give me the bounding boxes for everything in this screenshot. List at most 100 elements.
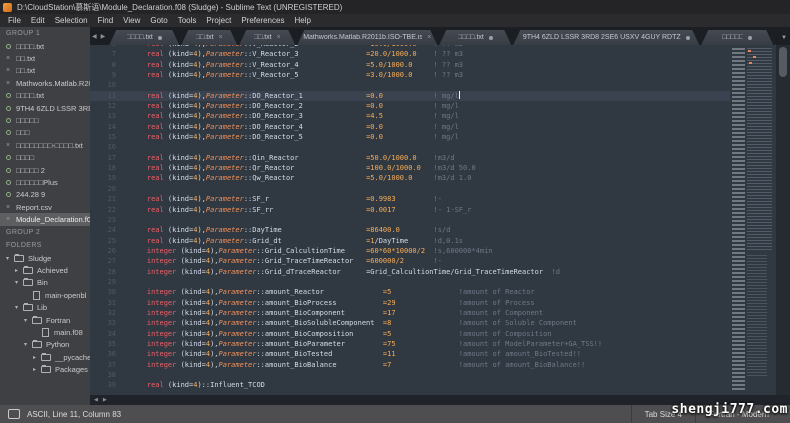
- tab-prev-icon[interactable]: ◀: [90, 33, 99, 40]
- code-token: integer: [130, 257, 176, 265]
- close-file-icon[interactable]: ×: [6, 142, 10, 149]
- open-file-item[interactable]: □□□□.txt: [0, 40, 90, 52]
- menu-preferences[interactable]: Preferences: [236, 16, 289, 25]
- close-tab-icon[interactable]: ×: [219, 34, 223, 41]
- expand-arrow-icon[interactable]: ▸: [33, 354, 41, 361]
- menu-help[interactable]: Help: [289, 16, 315, 25]
- code-token: (kind=: [164, 174, 194, 182]
- expand-arrow-icon[interactable]: ▾: [24, 341, 32, 348]
- file-name: □□□□.txt: [16, 42, 44, 51]
- expand-arrow-icon[interactable]: ▸: [33, 366, 41, 373]
- tree-item-name: __pycache__: [55, 353, 90, 362]
- code-token: Parameter: [219, 257, 257, 265]
- code-token: [299, 154, 366, 162]
- code-token: ),: [210, 268, 218, 276]
- line-number: 25: [90, 236, 130, 246]
- menu-find[interactable]: Find: [93, 16, 119, 25]
- menu-selection[interactable]: Selection: [50, 16, 93, 25]
- tree-folder-item[interactable]: ▾Bin: [0, 277, 90, 289]
- expand-arrow-icon[interactable]: ▾: [15, 304, 23, 311]
- close-tab-icon[interactable]: ×: [427, 34, 431, 41]
- code-editor[interactable]: 6 real (kind=4),Parameter::V_Reactor_2 =…: [90, 45, 790, 395]
- open-file-item[interactable]: 244.28 9: [0, 189, 90, 201]
- expand-arrow-icon[interactable]: ▸: [15, 267, 23, 274]
- open-file-item[interactable]: 9TH4 6ZLD LSSR 3RD8 2SE6 USXV 4GUY RDTZ: [0, 102, 90, 114]
- tab[interactable]: □□□□.txt: [109, 30, 179, 45]
- menu-tools[interactable]: Tools: [173, 16, 202, 25]
- code-token: [425, 247, 433, 255]
- tree-folder-item[interactable]: ▾Lib: [0, 301, 90, 313]
- code-token: real: [130, 237, 164, 245]
- tab[interactable]: Mathworks.Matlab.R2011b.ISO-TBE.iso×: [297, 30, 437, 45]
- menu-goto[interactable]: Goto: [145, 16, 172, 25]
- open-file-item[interactable]: □□□□.txt: [0, 90, 90, 102]
- tab[interactable]: 9TH4 6ZLD LSSR 3RD8 2SE6 USXV 4GUY RDTZ: [513, 30, 699, 45]
- tab[interactable]: □□□□□: [701, 30, 773, 45]
- close-file-icon[interactable]: ×: [6, 216, 10, 223]
- menu-view[interactable]: View: [118, 16, 145, 25]
- folder-icon: [14, 255, 24, 262]
- scroll-left-icon[interactable]: ◀: [94, 397, 98, 403]
- tree-folder-item[interactable]: ▸Packages: [0, 363, 90, 375]
- minimap[interactable]: [730, 45, 776, 395]
- tree-folder-item[interactable]: ▾Sludge: [0, 252, 90, 264]
- expand-arrow-icon[interactable]: ▾: [15, 279, 23, 286]
- close-file-icon[interactable]: ×: [6, 55, 10, 62]
- code-token: =0.0: [366, 133, 383, 141]
- open-file-item[interactable]: ×Module_Declaration.f08: [0, 213, 90, 225]
- code-token: ),: [197, 123, 205, 131]
- close-file-icon[interactable]: ×: [6, 80, 10, 87]
- code-token: [412, 71, 433, 79]
- open-file-item[interactable]: □□□□: [0, 152, 90, 164]
- tab[interactable]: □□□□.txt: [439, 30, 511, 45]
- open-file-item[interactable]: ×□□.txt: [0, 52, 90, 64]
- tree-file-item[interactable]: main-openbl: [0, 289, 90, 301]
- code-text: real (kind=4),Parameter::DO_Reactor_1 =0…: [130, 91, 730, 101]
- menu-project[interactable]: Project: [201, 16, 236, 25]
- code-token: ),: [197, 226, 205, 234]
- tab-next-icon[interactable]: ▶: [99, 33, 108, 40]
- tree-folder-item[interactable]: ▾Fortran: [0, 314, 90, 326]
- code-token: [345, 247, 366, 255]
- open-file-item[interactable]: ×Report.csv: [0, 201, 90, 213]
- close-tab-icon[interactable]: ×: [277, 34, 281, 41]
- status-icon[interactable]: [8, 409, 20, 419]
- text-cursor: [459, 91, 460, 99]
- open-file-item[interactable]: □□□□□ 2: [0, 164, 90, 176]
- code-token: ::DO_Reactor_1: [244, 92, 303, 100]
- tree-folder-item[interactable]: ▾Python: [0, 339, 90, 351]
- cursor-position[interactable]: ASCII, Line 11, Column 83: [27, 410, 121, 419]
- vertical-scrollbar-thumb[interactable]: [779, 47, 787, 77]
- open-file-item[interactable]: ×Mathworks.Matlab.R2011b.ISO-TBE.iso: [0, 77, 90, 89]
- sidebar: GROUP 1 □□□□.txt×□□.txt×□□.txt×Mathworks…: [0, 27, 91, 405]
- code-token: ::V_Reactor_2: [244, 45, 299, 48]
- line-number: 19: [90, 173, 130, 183]
- code-token: =5.0/1000.0: [366, 61, 412, 69]
- tab[interactable]: □□□□: [775, 30, 776, 45]
- expand-arrow-icon[interactable]: ▾: [24, 317, 32, 324]
- menu-file[interactable]: File: [3, 16, 26, 25]
- menu-edit[interactable]: Edit: [26, 16, 50, 25]
- tab-overflow-icon[interactable]: ▼: [781, 35, 787, 41]
- tree-folder-item[interactable]: ▸Achieved: [0, 264, 90, 276]
- tab[interactable]: □□.txt×: [239, 30, 295, 45]
- code-line: 35 integer (kind=4),Parameter::amount_Bi…: [90, 339, 730, 349]
- code-token: (kind=: [176, 350, 206, 358]
- code-text: real (kind=4),Parameter::V_Reactor_3 =20…: [130, 49, 730, 59]
- open-file-item[interactable]: ×□□□□□□□□-□□□□.txt: [0, 139, 90, 151]
- tree-file-item[interactable]: main.f08: [0, 326, 90, 338]
- code-token: =50.0/1000.0: [366, 154, 417, 162]
- open-file-item[interactable]: □□□□□: [0, 114, 90, 126]
- tree-folder-item[interactable]: ▸ __pycache__: [0, 351, 90, 363]
- open-file-item[interactable]: □□□□□□Plus: [0, 176, 90, 188]
- scroll-right-icon[interactable]: ▶: [103, 397, 107, 403]
- open-file-item[interactable]: □□□: [0, 127, 90, 139]
- open-file-item[interactable]: ×□□.txt: [0, 65, 90, 77]
- close-file-icon[interactable]: ×: [6, 67, 10, 74]
- tab[interactable]: □□.txt×: [181, 30, 237, 45]
- vertical-scrollbar[interactable]: [776, 45, 790, 395]
- line-number: 13: [90, 111, 130, 121]
- modified-dot-icon: [489, 36, 493, 40]
- close-file-icon[interactable]: ×: [6, 204, 10, 211]
- expand-arrow-icon[interactable]: ▾: [6, 255, 14, 262]
